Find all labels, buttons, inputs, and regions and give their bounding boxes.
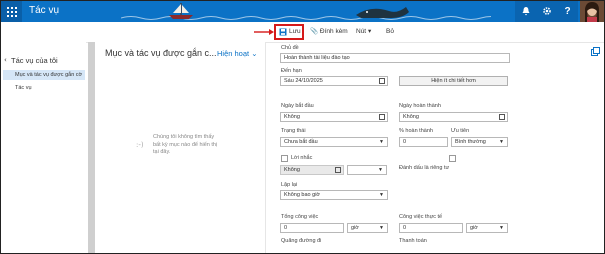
completed-date-field[interactable]: Không [399, 112, 508, 122]
total-work-input[interactable]: 0 [280, 223, 344, 233]
discard-button[interactable]: Bỏ [386, 26, 394, 38]
total-work-label: Tổng công việc [281, 214, 319, 220]
chevron-down-icon: ▾ [367, 28, 372, 35]
calendar-icon[interactable] [499, 114, 505, 120]
empty-state-message: Chúng tôi không tìm thấy bất kỳ mục nào … [153, 134, 218, 155]
start-date-label: Ngày bắt đầu [281, 103, 314, 109]
total-work-unit-select[interactable]: giờ ▼ [347, 223, 388, 233]
task-form: Chủ đề Hoàn thành tài liệu đào tạo Đến h… [265, 42, 604, 253]
recurrence-select[interactable]: Không bao giờ ▼ [280, 190, 388, 200]
priority-select[interactable]: Bình thường ▼ [451, 137, 508, 147]
status-label: Trạng thái [281, 128, 306, 134]
show-fewer-details-button[interactable]: Hiện ít chi tiết hơn [399, 76, 508, 86]
user-avatar[interactable] [580, 1, 604, 22]
actual-work-unit-select[interactable]: giờ ▼ [466, 223, 508, 233]
list-title: Mục và tác vụ được gắn c... [105, 48, 217, 58]
app-title[interactable]: Tác vụ [29, 5, 59, 16]
reminder-date-field[interactable]: Không [280, 165, 344, 175]
percent-complete-input[interactable]: 0 [399, 137, 448, 147]
chevron-down-icon: ⌄ [251, 49, 258, 58]
billing-label: Thanh toán [399, 238, 427, 244]
chevron-down-icon: ▼ [379, 192, 384, 198]
paperclip-icon: 📎 [310, 28, 319, 35]
actual-work-input[interactable]: 0 [399, 223, 463, 233]
help-icon[interactable]: ? [557, 1, 578, 22]
due-date-label: Đến hạn [281, 68, 302, 74]
nav-item-tasks[interactable]: Tác vụ [3, 83, 85, 93]
nav-header-my-tasks[interactable]: Tác vụ của tôi [11, 56, 58, 65]
subject-label: Chủ đề [281, 45, 299, 51]
private-label: Đánh dấu là riêng tư [399, 165, 450, 171]
annotation-arrow [254, 29, 274, 35]
settings-gear-icon[interactable] [536, 1, 557, 22]
status-select[interactable]: Chưa bắt đầu ▼ [280, 137, 388, 147]
notifications-bell-icon[interactable] [515, 1, 536, 22]
reminder-checkbox[interactable] [281, 155, 288, 162]
priority-label: Ưu tiên [451, 128, 470, 134]
top-bar: Tác vụ ? [1, 1, 604, 22]
subject-input[interactable]: Hoàn thành tài liệu đào tạo [280, 53, 510, 63]
actual-work-label: Công việc thực tế [399, 214, 443, 220]
reminder-time-select[interactable]: ▼ [347, 165, 387, 175]
mileage-label: Quãng đường đi [281, 238, 322, 244]
chevron-down-icon: ▼ [499, 139, 504, 145]
collapse-chevron-icon[interactable]: ‹ [4, 56, 7, 64]
header-theme-image [121, 3, 491, 20]
left-navigation: ‹ Tác vụ của tôi Mục và tác vụ được gắn … [1, 42, 86, 253]
task-list-pane: Mục và tác vụ được gắn c... Hiện hoạt ⌄ … [95, 42, 266, 253]
save-button[interactable]: Lưu [274, 24, 304, 40]
more-actions-button[interactable]: Nút ▾ [356, 26, 371, 38]
chevron-down-icon: ▼ [379, 225, 384, 231]
recurrence-label: Lặp lại [281, 182, 298, 188]
app-window: Tác vụ ? 📎 Đính kèm Nút ▾ Bỏ Lưu ‹ Tác v… [0, 0, 605, 254]
start-date-field[interactable]: Không [280, 112, 388, 122]
reminder-label: Lời nhắc [291, 155, 313, 161]
filter-dropdown[interactable]: Hiện hoạt ⌄ [217, 49, 258, 58]
chevron-down-icon: ▼ [378, 167, 383, 173]
attach-button[interactable]: 📎 Đính kèm [310, 26, 348, 38]
completed-date-label: Ngày hoàn thành [399, 103, 441, 109]
app-launcher-icon[interactable] [1, 1, 22, 22]
private-checkbox[interactable] [449, 155, 456, 162]
calendar-icon[interactable] [379, 78, 385, 84]
scrollbar[interactable] [88, 42, 95, 253]
nav-item-flagged-items[interactable]: Mục và tác vụ được gắn cờ [3, 70, 85, 80]
calendar-icon[interactable] [379, 114, 385, 120]
empty-state-icon: :-) [136, 141, 144, 149]
due-date-field[interactable]: Sáu 24/10/2025 [280, 76, 388, 86]
floppy-disk-icon [279, 28, 287, 36]
calendar-icon[interactable] [335, 167, 341, 173]
chevron-down-icon: ▼ [379, 139, 384, 145]
percent-complete-label: % hoàn thành [399, 128, 433, 134]
chevron-down-icon: ▼ [499, 225, 504, 231]
